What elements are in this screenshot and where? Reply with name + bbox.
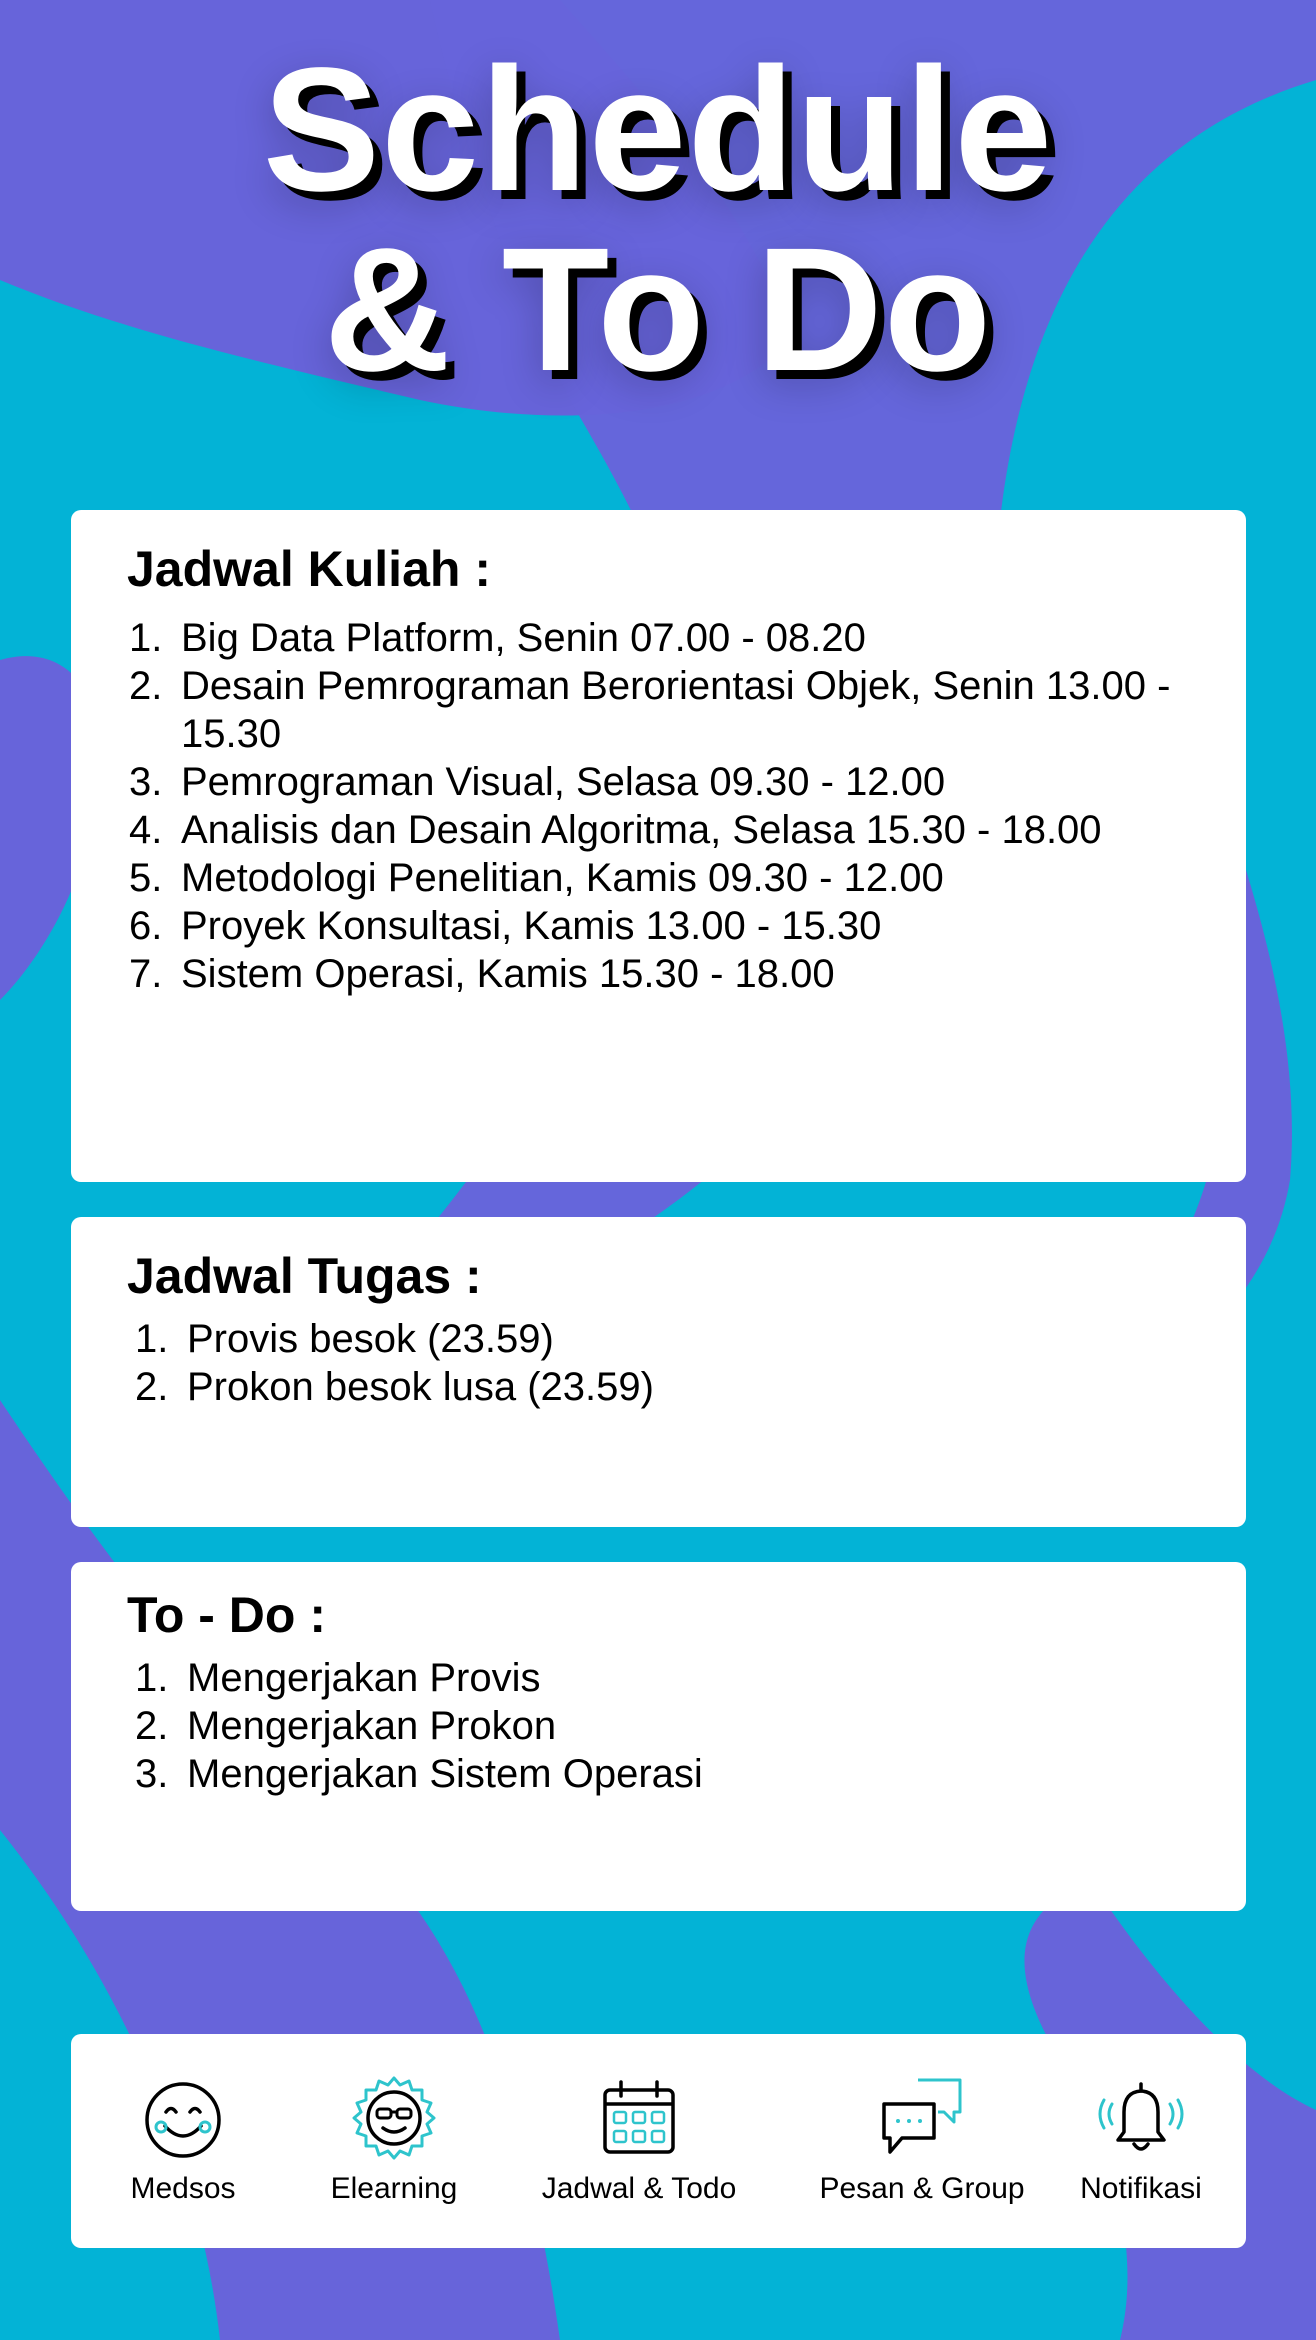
list-text: Big Data Platform, Senin 07.00 - 08.20	[181, 616, 866, 660]
list-text: Sistem Operasi, Kamis 15.30 - 18.00	[181, 952, 835, 996]
nav-item-elearning[interactable]: Elearning	[319, 2034, 469, 2248]
list-number: 1.	[135, 1656, 169, 1700]
list-number: 1.	[129, 616, 163, 660]
jadwal-kuliah-card: Jadwal Kuliah : 1. Big Data Platform, Sen…	[71, 510, 1246, 1182]
list-number: 3.	[135, 1752, 169, 1796]
nav-label: Medsos	[130, 2172, 236, 2205]
list-item: 2. Prokon besok lusa (23.59)	[135, 1363, 1235, 1411]
nav-item-pesan-group[interactable]: Pesan & Group	[807, 2034, 1037, 2248]
list-item: 3. Mengerjakan Sistem Operasi	[135, 1750, 1235, 1798]
list-text: Metodologi Penelitian, Kamis 09.30 - 12.…	[181, 856, 944, 900]
list-item: 2. Desain Pemrograman Berorientasi Objek,…	[129, 662, 1229, 758]
nav-label: Elearning	[330, 2172, 458, 2205]
calendar-icon	[603, 2080, 675, 2154]
list-item: 1. Big Data Platform, Senin 07.00 - 08.20	[129, 614, 1229, 662]
nav-item-medsos[interactable]: Medsos	[111, 2034, 255, 2248]
list-text: Proyek Konsultasi, Kamis 13.00 - 15.30	[181, 904, 882, 948]
list-text: Pemrograman Visual, Selasa 09.30 - 12.00	[181, 760, 946, 804]
list-item: 3. Pemrograman Visual, Selasa 09.30 - 12.…	[129, 758, 1229, 806]
list-text: Provis besok (23.59)	[187, 1317, 554, 1361]
list-item: 4. Analisis dan Desain Algoritma, Selasa …	[129, 806, 1229, 854]
list-number: 2.	[129, 664, 163, 708]
list-item: 1. Mengerjakan Provis	[135, 1654, 1235, 1702]
jadwal-kuliah-list: 1. Big Data Platform, Senin 07.00 - 08.20…	[129, 614, 1229, 998]
todo-card: To - Do : 1. Mengerjakan Provis 2. Mengerj…	[71, 1562, 1246, 1911]
bottom-nav: Medsos Elearning Jadwal & Todo Pesan & G…	[71, 2034, 1246, 2248]
list-text: Analisis dan Desain Algoritma, Selasa 15…	[181, 808, 1102, 852]
title-line-2: & To Do	[323, 212, 993, 408]
list-number: 3.	[129, 760, 163, 804]
list-number: 5.	[129, 856, 163, 900]
jadwal-kuliah-title: Jadwal Kuliah :	[127, 541, 491, 597]
bell-icon	[1098, 2082, 1184, 2151]
todo-title: To - Do :	[127, 1587, 326, 1643]
page-title: Schedule & To Do	[0, 40, 1316, 400]
jadwal-tugas-list: 1. Provis besok (23.59) 2. Prokon besok lu…	[135, 1315, 1235, 1411]
list-number: 6.	[129, 904, 163, 948]
list-item: 1. Provis besok (23.59)	[135, 1315, 1235, 1363]
list-number: 7.	[129, 952, 163, 996]
list-number: 1.	[135, 1317, 169, 1361]
list-text: Prokon besok lusa (23.59)	[187, 1365, 654, 1409]
jadwal-tugas-card: Jadwal Tugas : 1. Provis besok (23.59) 2.…	[71, 1217, 1246, 1527]
nav-item-notifikasi[interactable]: Notifikasi	[1071, 2034, 1211, 2248]
list-text: Desain Pemrograman Berorientasi Objek, S…	[181, 664, 1171, 756]
list-text: Mengerjakan Sistem Operasi	[187, 1752, 703, 1796]
list-item: 6. Proyek Konsultasi, Kamis 13.00 - 15.30	[129, 902, 1229, 950]
list-item: 7. Sistem Operasi, Kamis 15.30 - 18.00	[129, 950, 1229, 998]
todo-list: 1. Mengerjakan Provis 2. Mengerjakan Proko…	[135, 1654, 1235, 1798]
nav-label: Jadwal & Todo	[541, 2172, 737, 2205]
list-number: 2.	[135, 1365, 169, 1409]
list-text: Mengerjakan Provis	[187, 1656, 541, 1700]
smiley-icon	[145, 2082, 221, 2158]
list-item: 2. Mengerjakan Prokon	[135, 1702, 1235, 1750]
jadwal-tugas-title: Jadwal Tugas :	[127, 1248, 482, 1304]
title-line-1: Schedule	[262, 32, 1054, 228]
nav-item-jadwal-todo[interactable]: Jadwal & Todo	[529, 2034, 749, 2248]
list-number: 2.	[135, 1704, 169, 1748]
list-text: Mengerjakan Prokon	[187, 1704, 557, 1748]
list-item: 5. Metodologi Penelitian, Kamis 09.30 - 1…	[129, 854, 1229, 902]
sunglasses-badge-icon	[352, 2076, 436, 2160]
chat-bubbles-icon	[882, 2078, 962, 2154]
nav-label: Notifikasi	[1080, 2172, 1202, 2205]
list-number: 4.	[129, 808, 163, 852]
nav-label: Pesan & Group	[819, 2172, 1025, 2205]
